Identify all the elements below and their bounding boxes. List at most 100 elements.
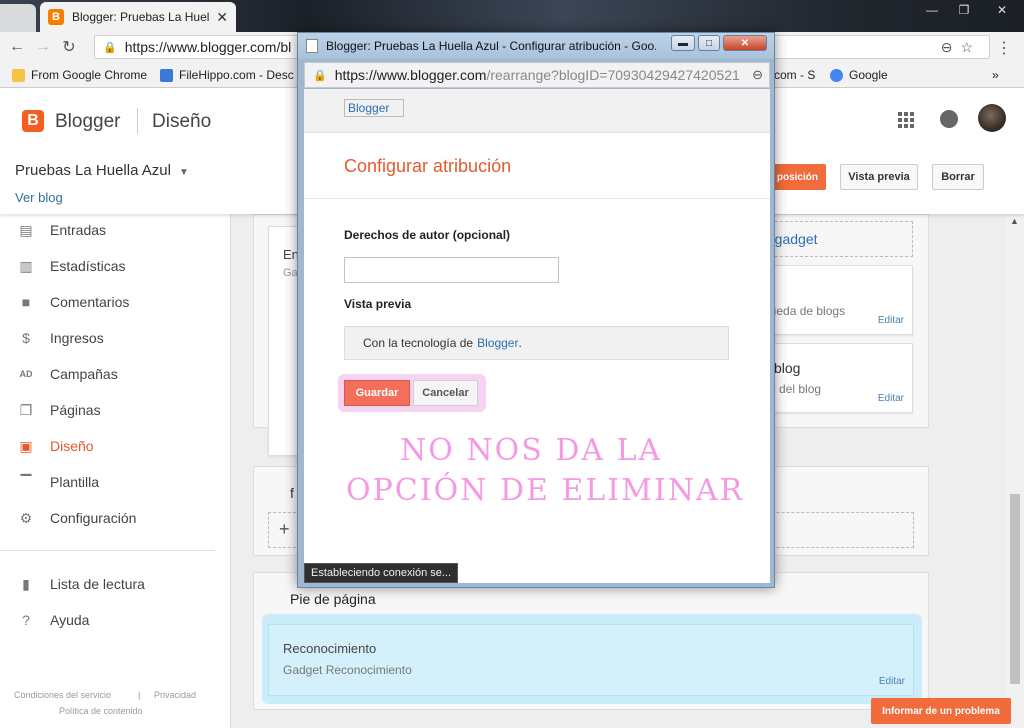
forward-icon[interactable]: → bbox=[30, 38, 56, 56]
sidebar-item-label: Páginas bbox=[50, 402, 101, 418]
preview-text: Con la tecnología de bbox=[363, 336, 474, 350]
posts-icon: ▤ bbox=[19, 221, 33, 238]
browser-tab-bar: B Blogger: Pruebas La Huel ✕ — ❐ ✕ bbox=[0, 0, 1024, 32]
url-path: /rearrange?blogID=70930429427420521 bbox=[486, 67, 740, 83]
sidebar-item-diseno[interactable]: ▣ Diseño bbox=[0, 431, 230, 461]
close-window-icon[interactable]: ✕ bbox=[980, 0, 1024, 20]
attribution-preview: Con la tecnología de Blogger. bbox=[344, 326, 729, 360]
blog-title: Pruebas La Huella Azul bbox=[15, 162, 171, 179]
delete-button[interactable]: Borrar bbox=[932, 164, 984, 190]
sidebar-item-label: Ingresos bbox=[50, 330, 104, 346]
annotation-line-1: NO NOS DA LA bbox=[400, 433, 663, 468]
scrollbar[interactable]: ▲ bbox=[1006, 214, 1024, 728]
lock-icon: 🔒 bbox=[313, 69, 327, 82]
sidebar-item-ayuda[interactable]: ? Ayuda bbox=[0, 605, 230, 635]
report-problem-button[interactable]: Informar de un problema bbox=[871, 698, 1011, 724]
sidebar-divider bbox=[0, 550, 215, 551]
edit-link[interactable]: Editar bbox=[879, 676, 905, 687]
preview-blogger-link[interactable]: Blogger bbox=[477, 336, 518, 350]
gadget-attribution[interactable]: Reconocimiento Gadget Reconocimiento Edi… bbox=[268, 624, 914, 696]
status-bubble: Estableciendo conexión se... bbox=[304, 563, 459, 583]
preview-button[interactable]: Vista previa bbox=[840, 164, 918, 190]
sidebar-item-configuracion[interactable]: ⚙ Configuración bbox=[0, 503, 230, 533]
blog-selector[interactable]: Pruebas La Huella Azul ▼ bbox=[15, 162, 189, 179]
tab-title: Blogger: Pruebas La Huel bbox=[72, 10, 210, 24]
tab-blogger[interactable]: B Blogger: Pruebas La Huel ✕ bbox=[40, 2, 236, 32]
reload-icon[interactable]: ↻ bbox=[56, 37, 82, 57]
sidebar-item-ingresos[interactable]: $ Ingresos bbox=[0, 323, 230, 353]
sidebar-item-label: Campañas bbox=[50, 366, 118, 382]
add-gadget-slot[interactable]: n gadget bbox=[760, 221, 913, 257]
edit-link[interactable]: Editar bbox=[878, 393, 904, 404]
bookmark-partial[interactable]: com - S bbox=[774, 68, 815, 82]
sidebar-item-label: Plantilla bbox=[50, 474, 100, 490]
sidebar-item-comentarios[interactable]: ■ Comentarios bbox=[0, 287, 230, 317]
section-title: Pie de página bbox=[290, 591, 376, 607]
lock-icon: 🔒 bbox=[103, 41, 117, 54]
bookmarks-overflow-icon[interactable]: » bbox=[992, 68, 999, 82]
view-blog-link[interactable]: Ver blog bbox=[15, 190, 63, 205]
layout-icon: ▣ bbox=[19, 437, 33, 454]
blogger-logo-icon[interactable]: B bbox=[22, 110, 44, 132]
maximize-icon[interactable]: ❐ bbox=[948, 0, 980, 20]
popup-header: Blogger bbox=[304, 89, 770, 133]
sidebar-item-label: Entradas bbox=[50, 222, 107, 238]
sidebar-item-lista-lectura[interactable]: ▮ Lista de lectura bbox=[0, 569, 230, 599]
popup-maximize-icon[interactable]: □ bbox=[698, 35, 720, 51]
blogger-logo-broken-image[interactable]: Blogger bbox=[344, 99, 404, 117]
gadget-archive[interactable]: l blog vo del blog Editar bbox=[760, 343, 913, 413]
scroll-thumb[interactable] bbox=[1010, 494, 1020, 684]
bookmark-label: com - S bbox=[774, 68, 816, 82]
tab-close-icon[interactable]: ✕ bbox=[216, 9, 228, 26]
content-policy-link[interactable]: Política de contenido bbox=[59, 706, 143, 716]
sidebar-item-entradas[interactable]: ▤ Entradas bbox=[0, 215, 230, 245]
scroll-up-icon[interactable]: ▲ bbox=[1010, 216, 1019, 226]
sidebar-item-campanas[interactable]: AD Campañas bbox=[0, 359, 230, 389]
brand-name[interactable]: Blogger bbox=[55, 111, 121, 133]
window-controls: — ❐ ✕ bbox=[916, 0, 1024, 20]
tab-previous[interactable] bbox=[0, 4, 36, 32]
minimize-icon[interactable]: — bbox=[916, 0, 948, 20]
gadget-search[interactable]: queda de blogs Editar bbox=[760, 265, 913, 335]
page-icon bbox=[306, 39, 318, 53]
privacy-link[interactable]: Privacidad bbox=[154, 690, 196, 700]
sidebar-item-label: Configuración bbox=[50, 510, 137, 526]
pages-icon: ❐ bbox=[19, 401, 33, 418]
annotation-line-2: OPCIÓN DE ELIMINAR bbox=[346, 473, 745, 508]
popup-content: Blogger Configurar atribución Derechos d… bbox=[304, 89, 770, 583]
copyright-input[interactable] bbox=[344, 257, 559, 283]
zoom-star-icons[interactable]: ⊖☆ bbox=[941, 39, 981, 56]
bookmark-filehippo[interactable]: FileHippo.com - Desc bbox=[160, 68, 294, 82]
bookmark-label: FileHippo.com - Desc bbox=[179, 68, 294, 82]
apps-grid-icon[interactable] bbox=[898, 112, 914, 128]
gadget-subtitle: queda de blogs bbox=[763, 304, 846, 318]
save-button[interactable]: Guardar bbox=[344, 380, 410, 406]
heading-divider bbox=[304, 198, 770, 199]
ads-icon: AD bbox=[19, 369, 33, 379]
caret-down-icon: ▼ bbox=[178, 167, 189, 178]
avatar[interactable] bbox=[978, 104, 1006, 132]
template-icon: ▔ bbox=[20, 473, 32, 490]
notifications-bell-icon[interactable] bbox=[940, 110, 958, 128]
sidebar-item-paginas[interactable]: ❐ Páginas bbox=[0, 395, 230, 425]
gadget-title: Reconocimiento bbox=[283, 641, 377, 656]
popup-close-icon[interactable]: ✕ bbox=[723, 35, 767, 51]
back-icon[interactable]: ← bbox=[4, 38, 30, 56]
sidebar-item-label: Estadísticas bbox=[50, 258, 126, 274]
edit-link[interactable]: Editar bbox=[878, 315, 904, 326]
terms-link[interactable]: Condiciones del servicio bbox=[14, 690, 111, 700]
page-title: Diseño bbox=[152, 111, 212, 132]
popup-minimize-icon[interactable]: ▬ bbox=[671, 35, 695, 51]
bookmark-from-chrome[interactable]: From Google Chrome bbox=[12, 68, 147, 82]
sidebar-item-label: Diseño bbox=[50, 438, 94, 454]
section-title: f bbox=[290, 485, 294, 501]
cancel-button[interactable]: Cancelar bbox=[413, 380, 478, 406]
bookmark-google[interactable]: Google bbox=[830, 68, 888, 82]
sidebar-item-label: Lista de lectura bbox=[50, 576, 145, 592]
sidebar-item-plantilla[interactable]: ▔ Plantilla bbox=[0, 467, 230, 497]
chrome-menu-icon[interactable]: ⋮ bbox=[996, 38, 1012, 58]
popup-address-bar[interactable]: 🔒 https://www.blogger.com/rearrange?blog… bbox=[304, 62, 770, 88]
sidebar-item-estadisticas[interactable]: ▥ Estadísticas bbox=[0, 251, 230, 281]
dialog-heading: Configurar atribución bbox=[344, 156, 512, 176]
zoom-icon[interactable]: ⊖ bbox=[752, 67, 763, 83]
